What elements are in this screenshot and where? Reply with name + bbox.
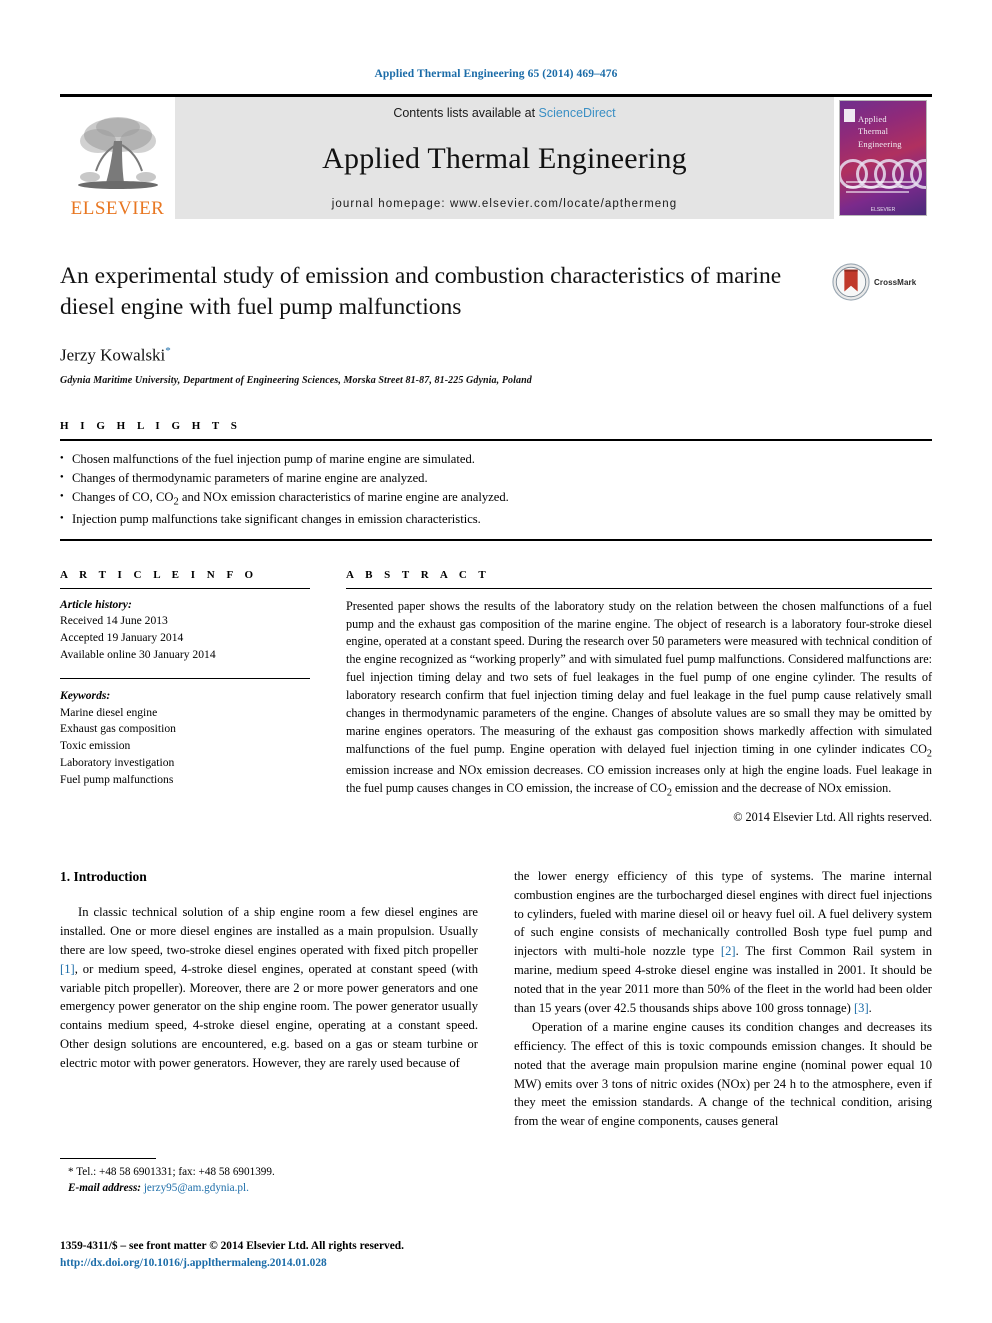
page-title: An experimental study of emission and co… xyxy=(60,263,782,321)
paper-page: Applied Thermal Engineering 65 (2014) 46… xyxy=(0,0,992,1323)
footnote-rule xyxy=(60,1158,156,1159)
keyword-item: Marine diesel engine xyxy=(60,705,158,719)
cover-elsevier-mark-icon xyxy=(844,109,855,122)
keyword-item: Laboratory investigation xyxy=(60,755,175,769)
cover-art: Applied Thermal Engineering ELSEVIER xyxy=(839,100,927,216)
footnote-block: * Tel.: +48 58 6901331; fax: +48 58 6901… xyxy=(60,1158,460,1196)
paragraph: Operation of a marine engine causes its … xyxy=(514,1019,932,1129)
citation-ref-2[interactable]: [2] xyxy=(721,944,736,958)
section-heading-introduction: 1. Introduction xyxy=(60,868,147,884)
contents-prefix: Contents lists available at xyxy=(393,106,539,120)
author-corresponding-marker: * xyxy=(165,345,171,358)
article-history-label: Article history: xyxy=(60,597,132,611)
elsevier-wordmark: ELSEVIER xyxy=(70,198,165,219)
cover-title: Applied Thermal Engineering xyxy=(858,113,902,150)
keyword-item: Exhaust gas composition xyxy=(60,722,176,736)
footnote-email-link[interactable]: jerzy95@am.gdynia.pl. xyxy=(144,1182,249,1194)
cover-rings-graphic xyxy=(840,159,926,189)
list-item: Changes of CO, CO2 and NOx emission char… xyxy=(60,488,932,510)
body-column-right: the lower energy efficiency of this type… xyxy=(514,867,932,1131)
footer-issn-line: 1359-4311/$ – see front matter © 2014 El… xyxy=(60,1240,404,1252)
highlights-rule-bottom xyxy=(60,538,932,541)
list-item: Chosen malfunctions of the fuel injectio… xyxy=(60,450,932,469)
body-column-left: 1. Introduction In classic technical sol… xyxy=(60,867,478,1131)
citation-ref-1[interactable]: [1] xyxy=(60,962,75,976)
author-label: Jerzy Kowalski xyxy=(60,345,166,365)
crossmark-icon xyxy=(832,263,870,301)
abstract-copyright: © 2014 Elsevier Ltd. All rights reserved… xyxy=(733,809,932,824)
paragraph: the lower energy efficiency of this type… xyxy=(514,868,932,1015)
keywords-block: Keywords: Marine diesel engine Exhaust g… xyxy=(60,679,310,789)
footnote-tel: * Tel.: +48 58 6901331; fax: +48 58 6901… xyxy=(68,1166,275,1178)
abstract-text: Presented paper shows the results of the… xyxy=(346,598,932,799)
title-text-wrap: An experimental study of emission and co… xyxy=(60,261,832,323)
footer-block: 1359-4311/$ – see front matter © 2014 El… xyxy=(60,1238,620,1272)
article-history-item: Accepted 19 January 2014 xyxy=(60,631,184,645)
footnote-email-line: E-mail address: jerzy95@am.gdynia.pl. xyxy=(60,1180,460,1196)
author-name: Jerzy Kowalski* xyxy=(60,345,932,366)
elsevier-tree-icon xyxy=(77,117,158,189)
journal-cover-thumbnail: Applied Thermal Engineering ELSEVIER xyxy=(834,97,932,219)
cover-title-line-2: Thermal xyxy=(858,126,889,137)
highlights-heading: H I G H L I G H T S xyxy=(60,419,242,432)
keyword-item: Toxic emission xyxy=(60,739,131,753)
journal-homepage-link[interactable]: journal homepage: www.elsevier.com/locat… xyxy=(332,198,678,210)
cover-title-line-1: Applied xyxy=(858,114,887,124)
title-block: An experimental study of emission and co… xyxy=(60,261,932,323)
list-item: Changes of thermodynamic parameters of m… xyxy=(60,469,932,488)
abstract-heading: A B S T R A C T xyxy=(346,568,491,581)
journal-title: Applied Thermal Engineering xyxy=(322,142,687,175)
abstract-column: A B S T R A C T Presented paper shows th… xyxy=(346,569,932,825)
body-columns: 1. Introduction In classic technical sol… xyxy=(60,867,932,1131)
keyword-item: Fuel pump malfunctions xyxy=(60,772,174,786)
running-head: Applied Thermal Engineering 65 (2014) 46… xyxy=(374,68,618,80)
info-abstract-section: A R T I C L E I N F O Article history: R… xyxy=(60,569,932,825)
highlights-section: H I G H L I G H T S Chosen malfunctions … xyxy=(60,420,932,541)
article-info-heading: A R T I C L E I N F O xyxy=(60,568,258,581)
sciencedirect-link[interactable]: ScienceDirect xyxy=(539,106,616,120)
article-info-column: A R T I C L E I N F O Article history: R… xyxy=(60,569,310,825)
crossmark-label: CrossMark xyxy=(874,277,917,287)
article-history-item: Received 14 June 2013 xyxy=(60,614,168,628)
article-history-item: Available online 30 January 2014 xyxy=(60,647,216,661)
masthead-center: Contents lists available at ScienceDirec… xyxy=(175,97,834,219)
affiliation: Gdynia Maritime University, Department o… xyxy=(60,374,532,386)
highlights-list: Chosen malfunctions of the fuel injectio… xyxy=(60,441,932,539)
crossmark-badge[interactable]: CrossMark xyxy=(832,261,932,301)
cover-footer-lines xyxy=(846,181,920,199)
paragraph: In classic technical solution of a ship … xyxy=(60,905,478,1071)
cover-title-line-3: Engineering xyxy=(858,138,902,149)
cover-brand: ELSEVIER xyxy=(870,207,896,213)
keywords-label: Keywords: xyxy=(60,688,111,702)
footer-doi-link[interactable]: http://dx.doi.org/10.1016/j.applthermale… xyxy=(60,1255,620,1272)
journal-masthead: ELSEVIER Contents lists available at Sci… xyxy=(60,94,932,219)
footnote-email-label: E-mail address: xyxy=(68,1182,142,1195)
contents-available-line: Contents lists available at ScienceDirec… xyxy=(393,106,615,120)
list-item: Injection pump malfunctions take signifi… xyxy=(60,510,932,529)
citation-ref-3[interactable]: [3] xyxy=(854,1001,869,1015)
article-history-block: Article history: Received 14 June 2013 A… xyxy=(60,589,310,664)
elsevier-logo: ELSEVIER xyxy=(60,97,175,219)
